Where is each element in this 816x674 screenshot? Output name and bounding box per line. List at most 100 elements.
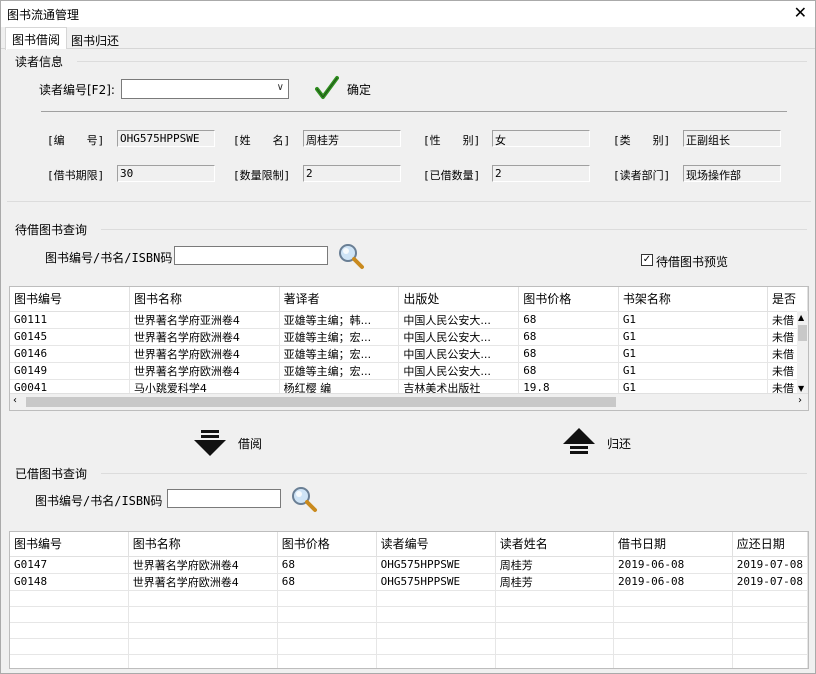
empty-cell [495,590,614,607]
reader-dept-value: 现场操作部 [683,165,781,182]
empty-cell [495,606,614,623]
empty-row [10,654,808,668]
table-cell: 中国人民公安大... [398,362,520,380]
table-cell: 世界著名学府欧洲卷4 [129,362,280,380]
table-cell: G1 [618,311,769,329]
empty-cell [732,606,808,623]
borrowed-books-grid[interactable]: 图书编号 图书名称 图书价格 读者编号 读者姓名 借书日期 应还日期 G0147 世界著名学府… [9,531,809,669]
reader-period-label: [借书期限] [47,169,105,182]
table-cell: 68 [277,573,377,591]
close-icon[interactable]: ✕ [794,3,807,23]
pending-search-input[interactable] [174,246,328,265]
table-row[interactable]: G0149 世界著名学府欧洲卷4 亚雄等主编；宏... 中国人民公安大... 68 G1 未… [10,362,808,380]
empty-cell [495,638,614,655]
pending-search-icon[interactable] [337,242,365,270]
tab-return[interactable]: 图书归还 [65,29,125,50]
column-header[interactable]: 图书编号 [10,532,129,557]
reader-info-separator [41,111,787,112]
table-cell: 2019-06-08 [613,573,733,591]
empty-row [10,622,808,639]
column-header[interactable]: 图书名称 [128,532,278,557]
table-cell: 亚雄等主编；宏... [279,362,400,380]
table-row[interactable]: G0147 世界著名学府欧洲卷4 68 OHG575HPPSWE 周桂芳 2019-06-… [10,556,808,574]
empty-cell [376,654,496,668]
table-cell: G0148 [10,573,129,591]
column-header[interactable]: 应还日期 [732,532,808,557]
borrow-arrow-down-icon[interactable] [193,429,227,457]
table-cell: 周桂芳 [495,573,614,591]
pending-vertical-scrollbar[interactable]: ▲ ▼ [797,311,808,395]
table-cell: G1 [618,345,769,363]
column-header[interactable]: 图书价格 [277,532,377,557]
reader-limit-value: 2 [303,165,401,182]
chevron-down-icon[interactable]: ∨ [277,82,284,93]
table-cell: G0149 [10,362,130,380]
tab-bar: 图书借阅 图书归还 [1,27,815,50]
return-button-label[interactable]: 归还 [607,435,631,452]
pending-horizontal-scrollbar[interactable]: ‹ › [10,393,808,410]
table-cell: 世界著名学府欧洲卷4 [129,345,280,363]
confirm-button-label[interactable]: 确定 [347,81,371,98]
borrowed-search-icon[interactable] [290,485,318,513]
scroll-down-icon[interactable]: ▼ [798,384,804,393]
table-row[interactable]: G0148 世界著名学府欧洲卷4 68 OHG575HPPSWE 周桂芳 2019-06-… [10,573,808,591]
column-header[interactable]: 读者姓名 [495,532,614,557]
column-header[interactable]: 图书价格 [518,287,619,312]
reader-number-label: [编 号] [47,134,105,147]
table-cell: 68 [518,345,619,363]
table-row[interactable]: G0146 世界著名学府欧洲卷4 亚雄等主编；宏... 中国人民公安大... 68 G1 未… [10,345,808,363]
pending-hscroll-thumb[interactable] [26,397,616,407]
column-header[interactable]: 是否 [767,287,808,312]
empty-cell [613,654,733,668]
pending-section-divider [101,229,807,230]
table-cell: G1 [618,362,769,380]
pending-books-grid[interactable]: 图书编号 图书名称 著译者 出版处 图书价格 书架名称 是否 G0111 世界著名学府亚洲卷4… [9,286,809,411]
title-bar: 图书流通管理 ✕ [1,1,815,27]
table-cell: 2019-06-08 [613,556,733,574]
main-window: 图书流通管理 ✕ 图书借阅 图书归还 读者信息 读者编号[F2]: ∨ 确定 [… [0,0,816,674]
return-arrow-up-icon[interactable] [562,427,596,455]
preview-checkbox-label[interactable]: 待借图书预览 [656,253,728,270]
scroll-up-icon[interactable]: ▲ [798,313,804,322]
table-cell: G0145 [10,328,130,346]
borrowed-search-input[interactable] [167,489,281,508]
table-cell: 世界著名学府亚洲卷4 [129,311,280,329]
column-header[interactable]: 图书编号 [10,287,130,312]
empty-cell [376,606,496,623]
table-cell: 亚雄等主编；宏... [279,345,400,363]
empty-cell [128,654,278,668]
borrowed-section-title: 已借图书查询 [15,467,88,481]
pending-vscroll-thumb[interactable] [798,325,807,341]
table-cell: 68 [518,328,619,346]
tab-borrow[interactable]: 图书借阅 [5,27,68,50]
table-row[interactable]: G0111 世界著名学府亚洲卷4 亚雄等主编；韩... 中国人民公安大... 68 G1 未… [10,311,808,329]
column-header[interactable]: 著译者 [279,287,400,312]
column-header[interactable]: 借书日期 [613,532,733,557]
column-header[interactable]: 出版处 [398,287,520,312]
empty-cell [10,590,129,607]
borrow-button-label[interactable]: 借阅 [238,435,262,452]
confirm-check-icon[interactable] [315,75,339,101]
empty-cell [495,622,614,639]
table-row[interactable]: G0145 世界著名学府欧洲卷4 亚雄等主编；宏... 中国人民公安大... 68 G1 未… [10,328,808,346]
column-header[interactable]: 读者编号 [376,532,496,557]
empty-cell [732,638,808,655]
column-header[interactable]: 书架名称 [618,287,769,312]
reader-id-combo[interactable]: ∨ [121,79,289,99]
empty-row [10,638,808,655]
column-header[interactable]: 图书名称 [129,287,280,312]
preview-checkbox[interactable]: ✓ [641,254,653,266]
scroll-left-icon[interactable]: ‹ [13,395,17,406]
table-cell: 世界著名学府欧洲卷4 [129,328,280,346]
reader-type-value: 正副组长 [683,130,781,147]
empty-cell [10,622,129,639]
empty-cell [277,606,377,623]
scroll-right-icon[interactable]: › [798,395,802,406]
table-cell: 2019-07-08 [732,556,808,574]
empty-cell [128,590,278,607]
table-cell: G0146 [10,345,130,363]
pending-section-title: 待借图书查询 [15,223,88,237]
table-cell: 中国人民公安大... [398,311,520,329]
table-cell: 中国人民公安大... [398,345,520,363]
reader-dept-label: [读者部门] [613,169,671,182]
